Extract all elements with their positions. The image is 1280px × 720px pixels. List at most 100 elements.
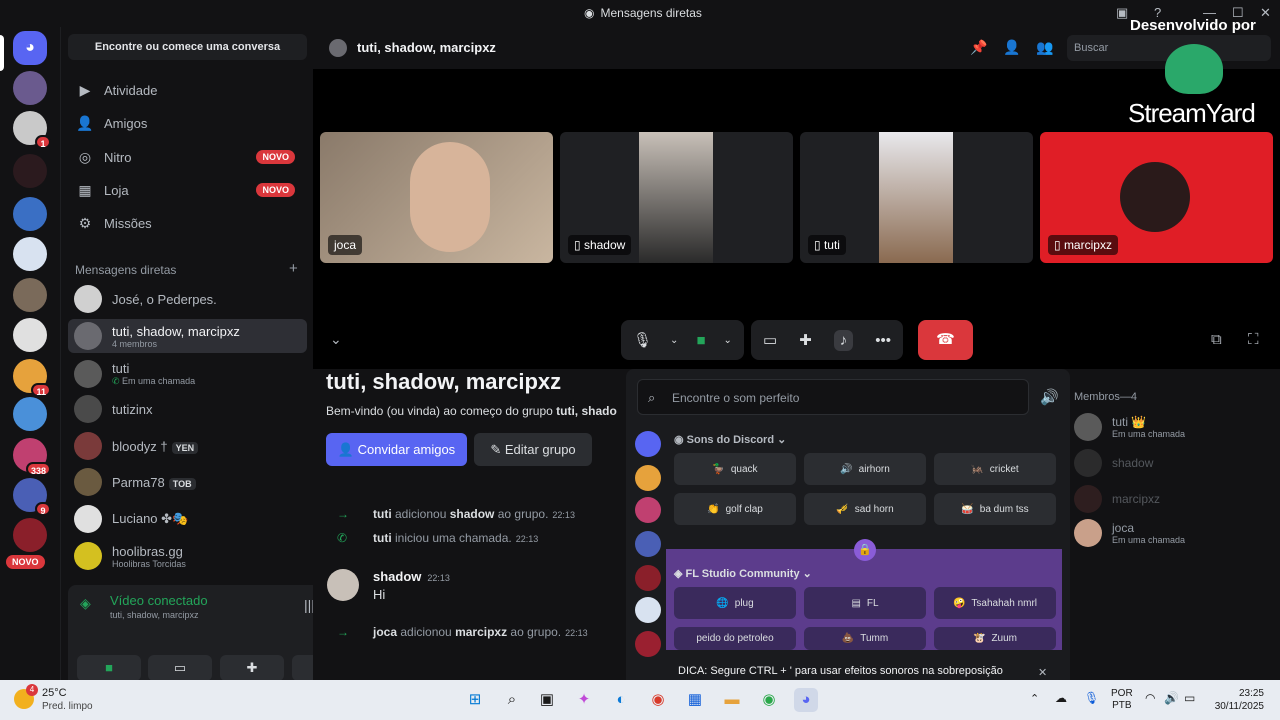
invite-friends-button[interactable]: 👤 Convidar amigos — [326, 433, 467, 466]
wifi-icon[interactable]: ◠ — [1145, 691, 1155, 705]
nav-friends[interactable]: 👤 Amigos — [68, 107, 307, 139]
category-fl-studio[interactable]: ◈ FL Studio Community ⌄ — [674, 567, 812, 580]
server-icon-2[interactable] — [13, 237, 47, 271]
message-author[interactable]: shadow 22:13 — [373, 569, 450, 584]
sound-button[interactable]: 🦗 cricket — [934, 453, 1056, 485]
video-tile[interactable]: ▯ shadow — [560, 132, 793, 263]
start-icon[interactable]: ⊞ — [463, 688, 487, 712]
dm-item[interactable]: Luciano ✤🎭 — [68, 502, 307, 536]
server-icon-6[interactable] — [13, 397, 47, 431]
search-icon[interactable]: ⌕ — [500, 688, 524, 712]
camera-button[interactable]: ■ — [77, 655, 141, 681]
more-options-icon[interactable]: ••• — [875, 332, 891, 349]
onedrive-icon[interactable]: ☁ — [1055, 691, 1067, 705]
sound-button[interactable]: 🥁 ba dum tss — [934, 493, 1056, 525]
copilot-icon[interactable]: ✦ — [572, 688, 596, 712]
sound-button[interactable]: 🌐 plug — [674, 587, 796, 619]
dm-avatar-2[interactable]: 1 — [13, 111, 51, 149]
chrome-icon[interactable]: ◉ — [646, 688, 670, 712]
popout-icon[interactable]: ⧉ — [1211, 331, 1222, 348]
tray-chevron-icon[interactable]: ⌃ — [1030, 692, 1039, 705]
nav-shop[interactable]: ▦ Loja NOVO — [68, 174, 307, 206]
volume-icon[interactable]: 🔊 — [1040, 388, 1059, 406]
video-tile[interactable]: ▯ tuti — [800, 132, 1033, 263]
camera-icon[interactable]: ■ — [696, 332, 705, 349]
fullscreen-icon[interactable]: ⛶ — [1248, 331, 1259, 348]
discord-taskbar-icon[interactable]: ◕ — [794, 688, 818, 712]
discord-home-button[interactable]: ◕ — [13, 31, 47, 65]
file-explorer-icon[interactable]: ▬ — [720, 688, 744, 712]
member-item[interactable]: shadow — [1074, 449, 1153, 477]
soundboard-source-3[interactable] — [635, 531, 661, 557]
store-icon[interactable]: ▦ — [683, 688, 707, 712]
chevron-down-icon[interactable]: ⌄ — [330, 331, 342, 348]
pin-icon[interactable]: 📌 — [970, 39, 987, 56]
edge-icon[interactable]: ◐ — [609, 688, 633, 712]
task-view-icon[interactable]: ▣ — [535, 688, 559, 712]
soundboard-source-2[interactable] — [635, 497, 661, 523]
sound-button[interactable]: ▤ FL — [804, 587, 926, 619]
dm-avatar-1[interactable] — [13, 71, 47, 105]
server-icon-4[interactable] — [13, 318, 47, 352]
close-tip-icon[interactable]: ✕ — [1038, 666, 1047, 679]
screen-share-button[interactable]: ▭ — [148, 655, 212, 681]
members-icon[interactable]: 👥 — [1036, 39, 1053, 56]
soundboard-source-5[interactable] — [635, 597, 661, 623]
dm-item[interactable]: bloodyz † YEN — [68, 429, 307, 463]
nav-nitro[interactable]: ◎ Nitro NOVO — [68, 141, 307, 173]
screen-share-icon[interactable]: ▭ — [763, 331, 777, 349]
sound-button[interactable]: 🔊 airhorn — [804, 453, 926, 485]
volume-tray-icon[interactable]: 🔊 — [1164, 691, 1179, 705]
sound-button[interactable]: 👏 golf clap — [674, 493, 796, 525]
server-icon-bdl[interactable] — [13, 197, 47, 231]
dm-item-active[interactable]: tuti, shadow, marcipxz 4 membros — [68, 319, 307, 353]
video-tile[interactable]: ▯ marcipxz — [1040, 132, 1273, 263]
soundboard-source-6[interactable] — [635, 631, 661, 657]
sound-button[interactable]: 💩 Tumm — [804, 627, 926, 650]
soundboard-source-discord[interactable] — [635, 431, 661, 457]
find-conversation-button[interactable]: Encontre ou comece uma conversa — [68, 34, 307, 60]
server-icon-3[interactable] — [13, 278, 47, 312]
dm-item[interactable]: José, o Pederpes. — [68, 282, 307, 316]
dm-item[interactable]: Parma78 TOB — [68, 465, 307, 499]
add-friend-icon[interactable]: 👤 — [1003, 39, 1020, 56]
close-window-button[interactable]: ✕ — [1260, 5, 1271, 21]
nav-quests[interactable]: ⚙ Missões — [68, 207, 307, 239]
dm-item[interactable]: tuti ✆ Em uma chamada — [68, 357, 307, 391]
language-indicator[interactable]: POR PTB — [1111, 688, 1133, 712]
sound-button[interactable]: 🐮 Zuum — [934, 627, 1056, 650]
server-icon-1[interactable] — [13, 154, 47, 188]
sound-search-input[interactable]: Encontre o som perfeito — [637, 379, 1029, 415]
clock[interactable]: 23:25 30/11/2025 — [1212, 687, 1264, 713]
server-icon-5[interactable]: 11 — [13, 359, 51, 397]
nav-activity[interactable]: ▶ Atividade — [68, 74, 307, 106]
mic-options-chevron-icon[interactable]: ⌄ — [670, 335, 678, 346]
chrome-profile-icon[interactable]: ◉ — [757, 688, 781, 712]
server-icon-8[interactable]: 9 — [13, 478, 51, 516]
server-icon-7[interactable]: 338 — [13, 438, 51, 476]
member-item[interactable]: joca Em uma chamada — [1074, 519, 1185, 547]
edit-group-button[interactable]: ✎ Editar grupo — [474, 433, 592, 466]
category-discord[interactable]: ◉ Sons do Discord ⌄ — [674, 433, 786, 446]
soundboard-source-4[interactable] — [635, 565, 661, 591]
camera-options-chevron-icon[interactable]: ⌄ — [724, 335, 732, 346]
sound-button[interactable]: 🤪 Tsahahah nmrl — [934, 587, 1056, 619]
activities-icon[interactable]: ✚ — [799, 331, 812, 349]
avatar[interactable] — [327, 569, 359, 601]
soundboard-source-1[interactable] — [635, 465, 661, 491]
inbox-icon[interactable]: ▣ — [1116, 5, 1128, 21]
soundboard-icon[interactable]: ♪ — [833, 329, 854, 351]
create-dm-icon[interactable]: + — [289, 260, 298, 277]
video-tile[interactable]: joca — [320, 132, 553, 263]
microphone-tray-icon[interactable]: 🎙 — [1084, 691, 1099, 705]
dm-item[interactable]: tutizinx — [68, 392, 307, 426]
member-item[interactable]: marcipxz — [1074, 485, 1160, 513]
microphone-icon[interactable]: 🎙 — [633, 331, 652, 349]
member-item[interactable]: tuti 👑 Em uma chamada — [1074, 413, 1185, 441]
sound-button[interactable]: 🎺 sad horn — [804, 493, 926, 525]
sound-button[interactable]: peido do petroleo — [674, 627, 796, 650]
activities-button[interactable]: ✚ — [220, 655, 284, 681]
server-icon-9[interactable] — [13, 518, 47, 552]
dm-item[interactable]: hoolibras.gg Hoolibras Torcidas — [68, 539, 307, 573]
hang-up-button[interactable]: ☎ — [918, 320, 973, 360]
